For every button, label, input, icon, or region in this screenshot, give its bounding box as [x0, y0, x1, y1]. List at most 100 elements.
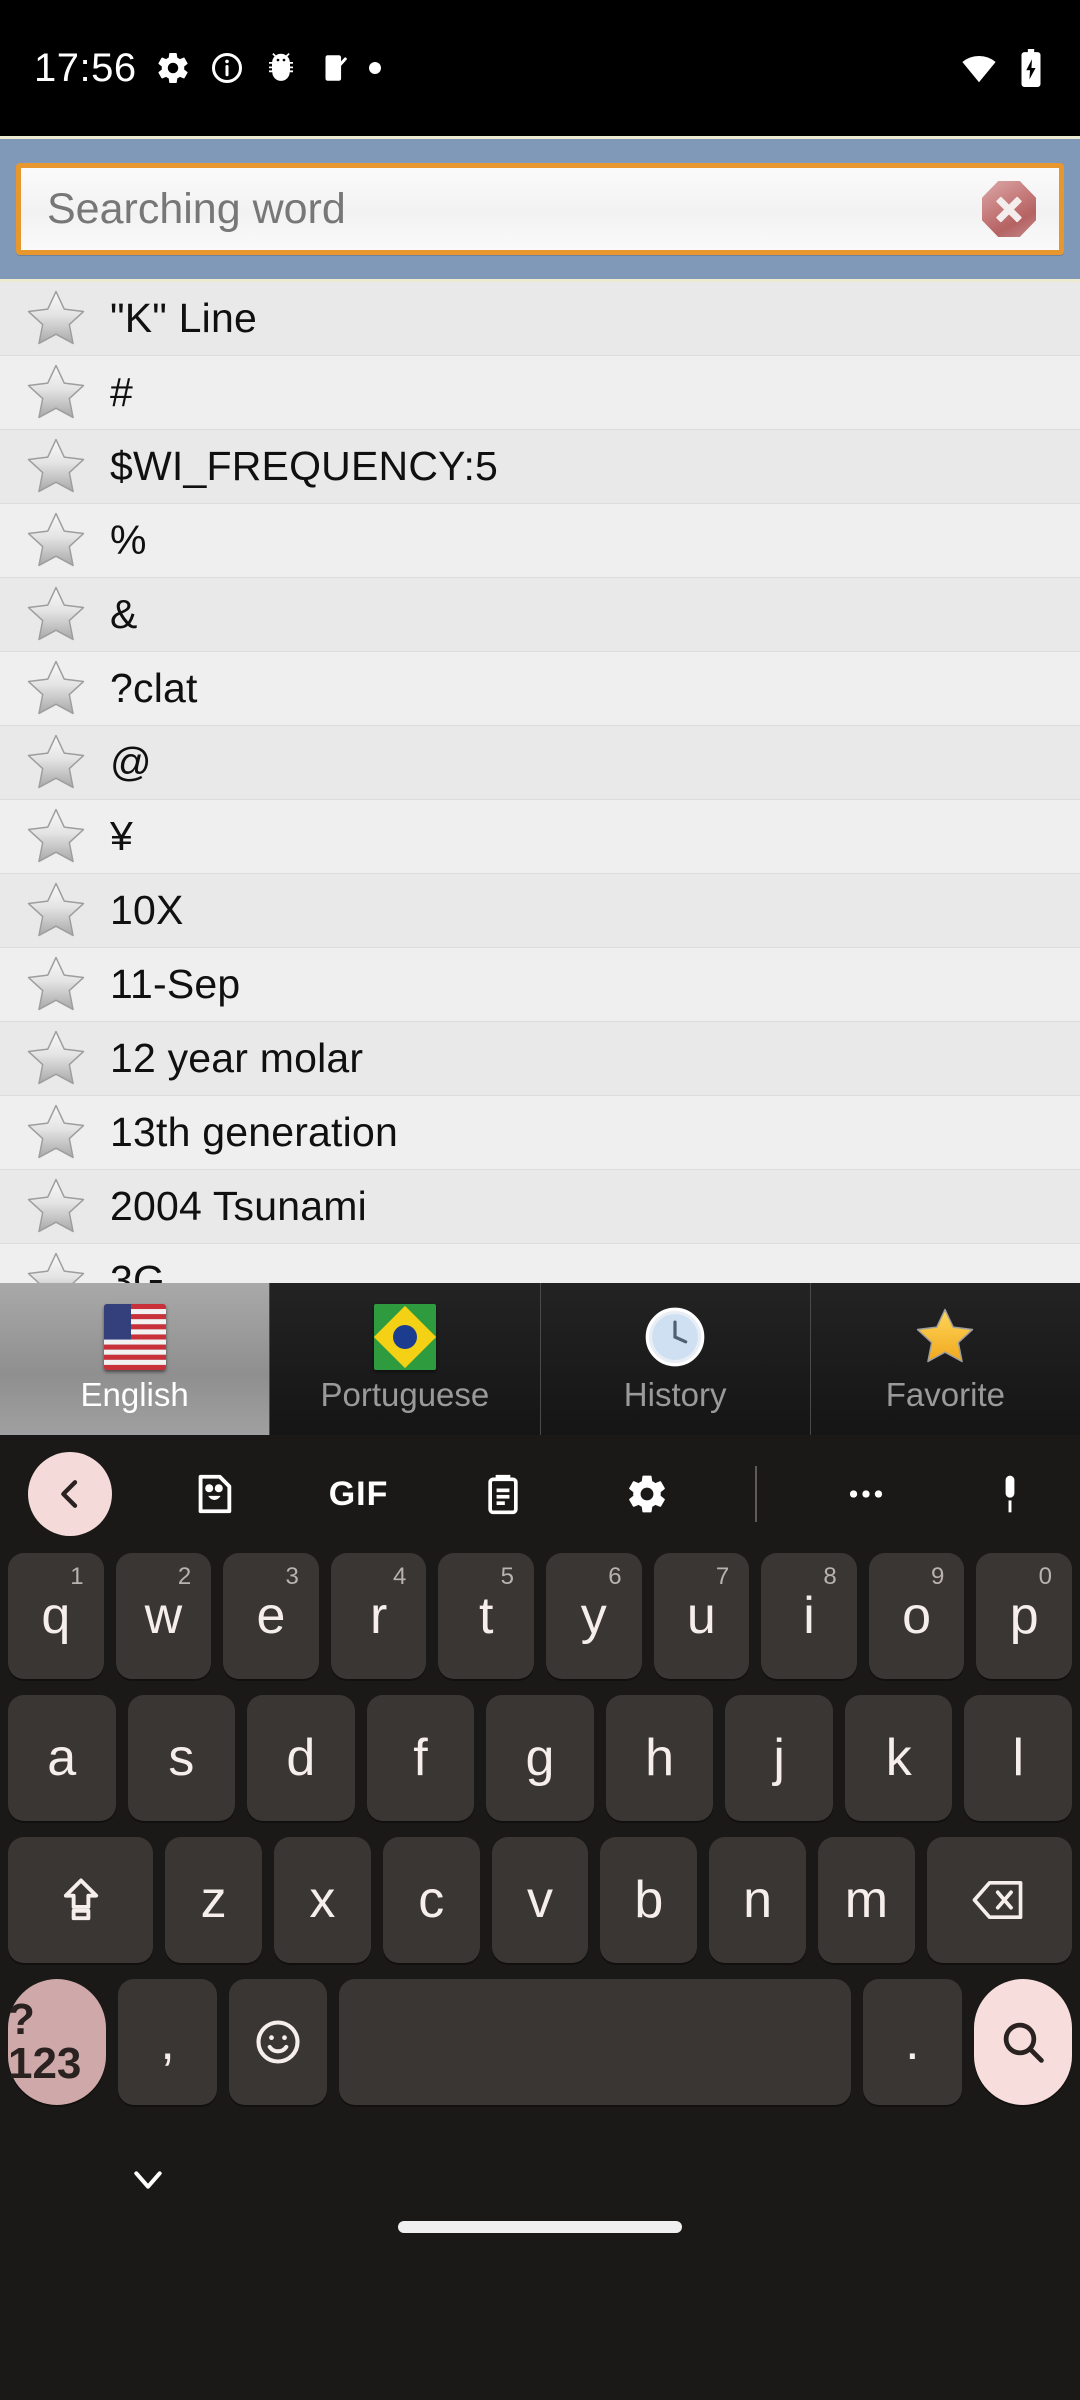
tab-english[interactable]: English — [0, 1283, 271, 1435]
status-bar: 17:56 — [0, 0, 1080, 136]
search-magnifier-icon[interactable] — [973, 1979, 1073, 2105]
key-x[interactable]: x — [274, 1837, 371, 1963]
key-v[interactable]: v — [491, 1837, 589, 1963]
gear-icon[interactable] — [605, 1452, 689, 1536]
list-item[interactable]: ?clat — [0, 652, 1080, 726]
star-outline-icon[interactable] — [24, 1176, 88, 1238]
list-item[interactable]: $WI_FREQUENCY:5 — [0, 430, 1080, 504]
star-outline-icon[interactable] — [24, 1028, 88, 1090]
key-e[interactable]: 3e — [223, 1553, 319, 1679]
star-outline-icon[interactable] — [24, 732, 88, 794]
keyboard-row-3: z x c v b n m — [8, 1837, 1072, 1963]
star-outline-icon[interactable] — [24, 436, 88, 498]
status-clock: 17:56 — [34, 45, 137, 90]
tab-bar[interactable]: English Portuguese History Favorite — [0, 1283, 1080, 1435]
key-z[interactable]: z — [165, 1837, 262, 1963]
star-outline-icon[interactable] — [24, 584, 88, 646]
key-label: u — [686, 1587, 716, 1645]
star-outline-icon[interactable] — [24, 658, 88, 720]
star-outline-icon[interactable] — [24, 288, 88, 350]
list-item-label: 11-Sep — [110, 961, 241, 1007]
list-item[interactable]: & — [0, 578, 1080, 652]
key-o[interactable]: 9o — [868, 1553, 965, 1679]
gif-label: GIF — [328, 1474, 389, 1513]
android-bug-icon — [263, 50, 299, 86]
key-l[interactable]: l — [964, 1695, 1073, 1821]
chevron-down-icon[interactable] — [128, 2165, 168, 2200]
key-b[interactable]: b — [600, 1837, 698, 1963]
key-g[interactable]: g — [486, 1695, 594, 1821]
sticker-icon[interactable] — [172, 1452, 256, 1536]
key-k[interactable]: k — [844, 1695, 953, 1821]
list-item[interactable]: # — [0, 356, 1080, 430]
key-label: v — [526, 1871, 553, 1929]
key-u[interactable]: 7u — [653, 1553, 750, 1679]
key-r[interactable]: 4r — [330, 1553, 427, 1679]
star-filled-icon — [913, 1304, 977, 1370]
key-j[interactable]: j — [725, 1695, 833, 1821]
clipboard-icon[interactable] — [461, 1452, 545, 1536]
toolbar-divider — [755, 1466, 758, 1522]
key-i[interactable]: 8i — [761, 1553, 857, 1679]
star-outline-icon[interactable] — [24, 806, 88, 868]
on-screen-keyboard[interactable]: GIF 1 q 2 w 3 e 4 r 5 t 6 y 7 u 8 i 9 o … — [0, 1435, 1080, 2400]
dot-icon — [368, 62, 381, 74]
key-c[interactable]: c — [382, 1837, 480, 1963]
tab-portuguese[interactable]: Portuguese — [270, 1283, 541, 1435]
list-item-label: "K" Line — [110, 295, 257, 341]
period-key[interactable]: . — [863, 1979, 962, 2105]
list-item-label: # — [110, 369, 134, 415]
list-item[interactable]: "K" Line — [0, 282, 1080, 356]
backspace-key[interactable] — [926, 1837, 1072, 1963]
star-outline-icon[interactable] — [24, 880, 88, 942]
star-outline-icon[interactable] — [24, 362, 88, 424]
symbols-key[interactable]: ?123 — [7, 1979, 107, 2105]
search-input[interactable] — [21, 184, 981, 234]
star-outline-icon[interactable] — [24, 1102, 88, 1164]
home-indicator[interactable] — [398, 2221, 682, 2233]
key-label: d — [286, 1729, 316, 1787]
list-item[interactable]: 13th generation — [0, 1096, 1080, 1170]
star-outline-icon[interactable] — [24, 510, 88, 572]
key-y[interactable]: 6y — [546, 1553, 642, 1679]
key-w[interactable]: 2w — [115, 1553, 212, 1679]
list-item[interactable]: ¥ — [0, 800, 1080, 874]
key-label: q — [41, 1587, 71, 1645]
list-item[interactable]: 10X — [0, 874, 1080, 948]
tab-history[interactable]: History — [540, 1283, 811, 1435]
key-superscript: 4 — [393, 1563, 407, 1590]
shift-key[interactable] — [8, 1837, 154, 1963]
gif-button[interactable]: GIF — [317, 1452, 401, 1536]
key-d[interactable]: d — [247, 1695, 355, 1821]
key-label: l — [1012, 1729, 1025, 1787]
key-q[interactable]: 1q — [8, 1553, 104, 1679]
chevron-left-icon[interactable] — [28, 1452, 112, 1536]
keyboard-row-2: asdfghjk l — [7, 1695, 1073, 1821]
flag-brazil-icon — [373, 1304, 436, 1370]
list-item[interactable]: 12 year molar — [0, 1022, 1080, 1096]
overflow-dots-icon[interactable] — [824, 1452, 908, 1536]
comma-key[interactable]: , — [118, 1979, 217, 2105]
emoji-smiley-icon[interactable] — [228, 1979, 328, 2105]
key-t[interactable]: 5t — [438, 1553, 534, 1679]
tab-favorite[interactable]: Favorite — [810, 1283, 1080, 1435]
list-item[interactable]: @ — [0, 726, 1080, 800]
keyboard-toolbar: GIF — [0, 1435, 1080, 1553]
tab-label: Portuguese — [320, 1376, 490, 1413]
key-s[interactable]: s — [127, 1695, 236, 1821]
clear-search-button[interactable] — [981, 180, 1037, 238]
list-item[interactable]: 2004 Tsunami — [0, 1170, 1080, 1244]
key-m[interactable]: m — [817, 1837, 915, 1963]
star-outline-icon[interactable] — [24, 954, 88, 1016]
search-box[interactable] — [16, 163, 1064, 255]
key-f[interactable]: f — [366, 1695, 475, 1821]
key-h[interactable]: h — [605, 1695, 714, 1821]
space-key[interactable] — [339, 1979, 852, 2105]
key-n[interactable]: n — [709, 1837, 806, 1963]
key-p[interactable]: 0p — [976, 1553, 1072, 1679]
key-a[interactable]: a — [7, 1695, 116, 1821]
list-item[interactable]: 11-Sep — [0, 948, 1080, 1022]
list-item[interactable]: % — [0, 504, 1080, 578]
microphone-icon[interactable] — [968, 1452, 1052, 1536]
word-list[interactable]: "K" Line # $WI_FREQUENCY:5 % & ?clat @ ¥… — [0, 282, 1080, 1290]
